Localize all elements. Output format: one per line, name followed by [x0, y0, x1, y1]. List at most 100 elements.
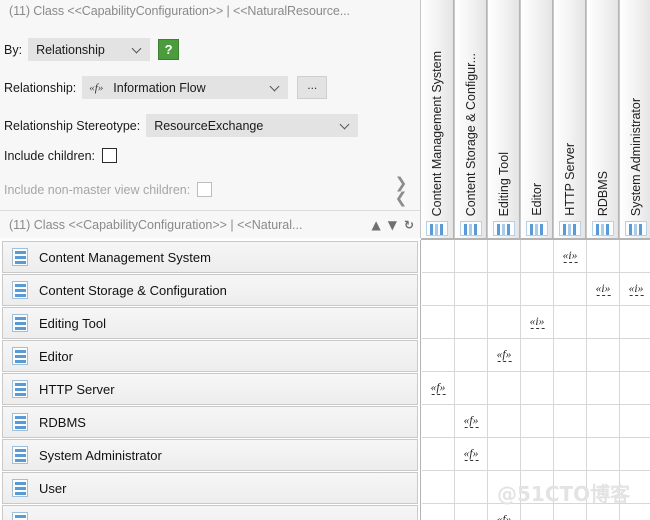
matrix-cell[interactable] — [554, 471, 587, 503]
row-item[interactable]: System Administrator — [2, 439, 418, 471]
matrix-cell[interactable] — [587, 240, 620, 272]
row-item[interactable]: User — [2, 472, 418, 504]
matrix-cell[interactable] — [422, 306, 455, 338]
matrix-cell[interactable] — [422, 240, 455, 272]
matrix-cell[interactable] — [422, 471, 455, 503]
matrix-cell[interactable] — [620, 339, 650, 371]
matrix-cell[interactable] — [620, 471, 650, 503]
relationship-marker: «f» — [463, 448, 479, 461]
row-item-label: Content Management System — [39, 249, 211, 265]
column-header[interactable]: System Administrator — [619, 0, 650, 238]
matrix-cell[interactable]: «f» — [488, 504, 521, 520]
column-header-label: HTTP Server — [562, 143, 577, 216]
matrix-row: «i» — [422, 306, 650, 339]
matrix-cell[interactable] — [455, 372, 488, 404]
include-children-checkbox[interactable] — [102, 148, 118, 163]
matrix-cell[interactable] — [488, 372, 521, 404]
matrix-cell[interactable]: «f» — [488, 339, 521, 371]
matrix-cell[interactable] — [455, 471, 488, 503]
column-header[interactable]: Content Storage & Configur... — [454, 0, 487, 238]
matrix-cell[interactable] — [455, 504, 488, 520]
matrix-cell[interactable] — [455, 273, 488, 305]
matrix-cell[interactable] — [488, 306, 521, 338]
matrix-cell[interactable] — [554, 405, 587, 437]
column-header-label: Editor — [529, 183, 544, 216]
column-header[interactable]: HTTP Server — [553, 0, 586, 238]
matrix-cell[interactable] — [620, 504, 650, 520]
help-button[interactable]: ? — [158, 39, 180, 60]
row-item[interactable] — [2, 505, 418, 520]
by-dropdown[interactable]: Relationship — [28, 38, 151, 61]
matrix-cell[interactable] — [488, 405, 521, 437]
matrix-cell[interactable] — [521, 240, 554, 272]
row-item[interactable]: Content Storage & Configuration — [2, 274, 418, 306]
matrix-cell[interactable] — [587, 405, 620, 437]
matrix-cell[interactable] — [488, 438, 521, 470]
matrix-cell[interactable]: «i» — [521, 306, 554, 338]
column-header[interactable]: Content Management System — [421, 0, 454, 238]
class-element-icon — [591, 221, 614, 236]
matrix-cell[interactable] — [488, 273, 521, 305]
column-header[interactable]: RDBMS — [586, 0, 619, 238]
matrix-cell[interactable] — [554, 339, 587, 371]
matrix-cell[interactable] — [422, 438, 455, 470]
matrix-cell[interactable] — [554, 306, 587, 338]
row-item[interactable]: RDBMS — [2, 406, 418, 438]
matrix-cell[interactable] — [422, 405, 455, 437]
matrix-cell[interactable] — [521, 471, 554, 503]
matrix-cell[interactable] — [620, 438, 650, 470]
matrix-cell[interactable]: «f» — [455, 405, 488, 437]
matrix-cell[interactable] — [554, 504, 587, 520]
matrix-cell[interactable] — [521, 339, 554, 371]
row-item[interactable]: Editor — [2, 340, 418, 372]
matrix-row: «f» — [422, 504, 650, 520]
stereotype-dropdown[interactable]: ResourceExchange — [146, 114, 359, 137]
relationship-browse-button[interactable]: ... — [297, 76, 328, 99]
matrix-cell[interactable]: «i» — [620, 273, 650, 305]
matrix-cell[interactable] — [521, 405, 554, 437]
matrix-cell[interactable]: «i» — [554, 240, 587, 272]
matrix-cell[interactable]: «f» — [455, 438, 488, 470]
matrix-cell[interactable] — [587, 339, 620, 371]
matrix-cell[interactable] — [620, 306, 650, 338]
matrix-cell[interactable] — [455, 339, 488, 371]
matrix-row: «i» «i» — [422, 273, 650, 306]
row-item[interactable]: Editing Tool — [2, 307, 418, 339]
matrix-cell[interactable] — [587, 438, 620, 470]
row-item-label: HTTP Server — [39, 381, 115, 397]
chevron-down-icon[interactable]: ▼ — [388, 218, 397, 232]
chevron-down-icon — [133, 45, 142, 54]
matrix-cell[interactable] — [455, 306, 488, 338]
column-header[interactable]: Editor — [520, 0, 553, 238]
matrix-cell[interactable] — [488, 471, 521, 503]
matrix-cell[interactable] — [521, 504, 554, 520]
matrix-cell[interactable] — [620, 372, 650, 404]
refresh-icon[interactable]: ↻ — [404, 218, 414, 232]
matrix-cell[interactable] — [587, 504, 620, 520]
matrix-cell[interactable]: «f» — [422, 372, 455, 404]
matrix-cell[interactable] — [521, 438, 554, 470]
matrix-cell[interactable]: «i» — [587, 273, 620, 305]
matrix-cell[interactable] — [587, 471, 620, 503]
matrix-cell[interactable] — [587, 372, 620, 404]
matrix-cell[interactable] — [554, 372, 587, 404]
row-item[interactable]: HTTP Server — [2, 373, 418, 405]
matrix-cell[interactable] — [521, 372, 554, 404]
matrix-cell[interactable] — [620, 240, 650, 272]
row-item[interactable]: Content Management System — [2, 241, 418, 273]
matrix-cell[interactable] — [422, 504, 455, 520]
relationship-dropdown[interactable]: «f» Information Flow — [82, 76, 289, 99]
nav-back-icon[interactable]: ❮ — [395, 191, 408, 206]
matrix-cell[interactable] — [620, 405, 650, 437]
stereotype-row: Relationship Stereotype: ResourceExchang… — [4, 114, 359, 137]
matrix-cell[interactable] — [422, 339, 455, 371]
matrix-cell[interactable] — [422, 273, 455, 305]
matrix-cell[interactable] — [455, 240, 488, 272]
column-header[interactable]: Editing Tool — [487, 0, 520, 238]
matrix-cell[interactable] — [554, 273, 587, 305]
matrix-cell[interactable] — [488, 240, 521, 272]
matrix-cell[interactable] — [521, 273, 554, 305]
matrix-cell[interactable] — [554, 438, 587, 470]
matrix-cell[interactable] — [587, 306, 620, 338]
chevron-up-icon[interactable]: ▲ — [371, 218, 380, 232]
